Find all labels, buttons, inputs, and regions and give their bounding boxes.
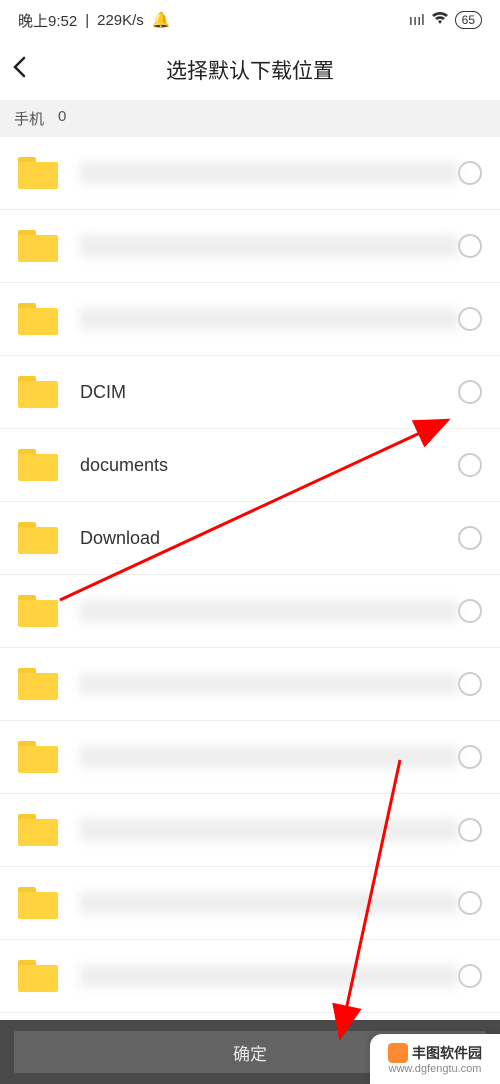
bell-icon: 🔔 (152, 11, 171, 29)
folder-radio[interactable] (458, 891, 482, 915)
breadcrumb[interactable]: 手机 0 (0, 100, 500, 137)
folder-item[interactable]: documents (0, 429, 500, 502)
folder-icon (18, 230, 58, 262)
breadcrumb-root[interactable]: 手机 (14, 108, 44, 129)
breadcrumb-path[interactable]: 0 (58, 108, 66, 129)
folder-radio[interactable] (458, 672, 482, 696)
folder-radio[interactable] (458, 599, 482, 623)
page-header: 选择默认下载位置 (0, 40, 500, 100)
folder-name: documents (80, 455, 458, 476)
folder-radio[interactable] (458, 161, 482, 185)
folder-item[interactable] (0, 648, 500, 721)
folder-item[interactable]: DCIM (0, 356, 500, 429)
battery-level: 65 (455, 11, 482, 29)
folder-item[interactable] (0, 794, 500, 867)
folder-item[interactable] (0, 210, 500, 283)
signal-icon: ıııl (409, 12, 425, 29)
folder-radio[interactable] (458, 818, 482, 842)
folder-name (80, 746, 458, 768)
folder-icon (18, 522, 58, 554)
status-left: 晚上9:52 | 229K/s 🔔 (18, 10, 171, 31)
folder-icon (18, 887, 58, 919)
folder-item[interactable] (0, 137, 500, 210)
wifi-icon (431, 11, 449, 29)
folder-icon (18, 814, 58, 846)
status-right: ıııl 65 (409, 11, 482, 29)
folder-radio[interactable] (458, 307, 482, 331)
folder-name (80, 892, 458, 914)
folder-icon (18, 741, 58, 773)
folder-item[interactable] (0, 283, 500, 356)
folder-name (80, 308, 458, 330)
folder-radio[interactable] (458, 453, 482, 477)
status-bar: 晚上9:52 | 229K/s 🔔 ıııl 65 (0, 0, 500, 40)
folder-icon (18, 960, 58, 992)
folder-radio[interactable] (458, 380, 482, 404)
status-speed: 229K/s (97, 12, 144, 29)
folder-item[interactable] (0, 721, 500, 794)
back-button[interactable] (12, 56, 26, 84)
watermark-brand: 丰图软件园 (388, 1043, 482, 1063)
folder-name (80, 819, 458, 841)
folder-radio[interactable] (458, 234, 482, 258)
folder-name (80, 600, 458, 622)
folder-radio[interactable] (458, 964, 482, 988)
watermark: 丰图软件园 www.dgfengtu.com (370, 1034, 500, 1084)
folder-name (80, 965, 458, 987)
folder-icon (18, 668, 58, 700)
folder-item[interactable] (0, 575, 500, 648)
watermark-url: www.dgfengtu.com (389, 1063, 482, 1075)
folder-radio[interactable] (458, 745, 482, 769)
folder-icon (18, 303, 58, 335)
folder-icon (18, 595, 58, 627)
folder-radio[interactable] (458, 526, 482, 550)
folder-name: DCIM (80, 382, 458, 403)
folder-icon (18, 157, 58, 189)
folder-item[interactable]: Download (0, 502, 500, 575)
folder-name (80, 162, 458, 184)
folder-name: Download (80, 528, 458, 549)
folder-name (80, 235, 458, 257)
folder-list: DCIM documents Download (0, 137, 500, 1013)
status-time: 晚上9:52 (18, 10, 77, 31)
folder-icon (18, 376, 58, 408)
folder-icon (18, 449, 58, 481)
page-title: 选择默认下载位置 (166, 55, 334, 85)
folder-item[interactable] (0, 940, 500, 1013)
folder-item[interactable] (0, 867, 500, 940)
watermark-logo-icon (388, 1043, 408, 1063)
folder-name (80, 673, 458, 695)
